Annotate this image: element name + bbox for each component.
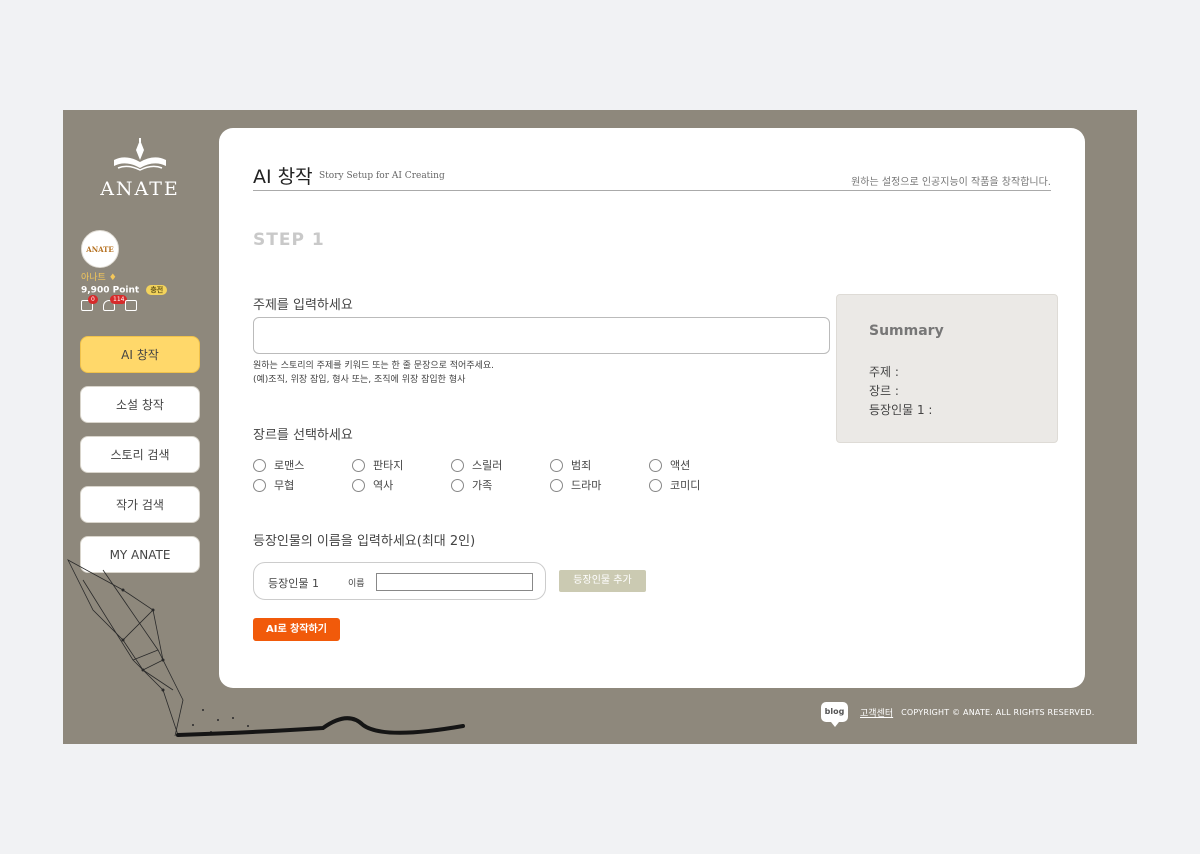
radio-button[interactable] [649,478,662,492]
page-subtitle: Story Setup for AI Creating [319,171,445,181]
radio-button[interactable] [451,478,464,492]
genre-option-fantasy[interactable]: 판타지 [352,455,451,475]
genre-option-thriller[interactable]: 스릴러 [451,455,550,475]
sidebar-item-author-search[interactable]: 작가 검색 [80,486,200,523]
logout-icon[interactable] [125,300,137,311]
page-header: AI 창작 Story Setup for AI Creating 원하는 설정… [253,162,1051,191]
sidebar-nav: AI 창작 소설 창작 스토리 검색 작가 검색 MY ANATE [80,336,200,586]
blog-icon[interactable]: blog [821,702,848,727]
character-label: 등장인물의 이름을 입력하세요(최대 2인) [253,534,476,549]
message-count-badge: 0 [88,295,98,304]
footer: blog 고객센터 COPYRIGHT © ANATE. ALL RIGHTS … [821,702,1095,727]
brand-logo[interactable]: ANATE [93,138,187,200]
topic-hint-2: (예)조직, 위장 잠입, 형사 또는, 조직에 위장 잠입한 형사 [253,375,466,385]
genre-option-label: 범죄 [571,459,592,472]
genre-option-label: 코미디 [670,479,701,492]
genre-row: 무협 역사 가족 드라마 코미디 [253,475,753,495]
sidebar-item-novel-create[interactable]: 소설 창작 [80,386,200,423]
radio-button[interactable] [253,458,266,472]
radio-button[interactable] [352,478,365,492]
genre-option-label: 가족 [472,479,493,492]
page-title: AI 창작 [253,166,313,188]
genre-option-crime[interactable]: 범죄 [550,455,649,475]
radio-button[interactable] [352,458,365,472]
user-points: 9,900 Point 충전 [81,285,168,296]
genre-option-history[interactable]: 역사 [352,475,451,495]
flame-icon: ♦ [108,273,117,283]
step-indicator: STEP 1 [253,230,325,250]
radio-button[interactable] [649,458,662,472]
mail-icon[interactable]: 0 [81,295,98,311]
user-name[interactable]: 아나트 ♦ [81,270,117,283]
radio-button[interactable] [550,458,563,472]
app-frame: ANATE ANATE 아나트 ♦ 9,900 Point 충전 0 114 A… [63,110,1137,744]
genre-option-comedy[interactable]: 코미디 [649,475,748,495]
genre-option-romance[interactable]: 로맨스 [253,455,352,475]
topic-input[interactable] [253,317,830,354]
support-link[interactable]: 고객센터 [860,706,893,719]
avatar[interactable]: ANATE [81,230,119,268]
summary-genre: 장르 : [869,384,899,398]
logo-text: ANATE [100,178,180,200]
avatar-text: ANATE [86,244,114,254]
summary-title: Summary [869,323,944,339]
add-character-button[interactable]: 등장인물 추가 [559,570,646,592]
genre-option-action[interactable]: 액션 [649,455,748,475]
page-description: 원하는 설정으로 인공지능이 작품을 창작합니다. [851,177,1051,188]
character-name-input[interactable] [376,573,533,591]
sidebar-item-story-search[interactable]: 스토리 검색 [80,436,200,473]
topic-hint-1: 원하는 스토리의 주제를 키워드 또는 한 줄 문장으로 적어주세요. [253,361,495,371]
genre-label: 장르를 선택하세요 [253,428,353,443]
sidebar-item-ai-create[interactable]: AI 창작 [80,336,200,373]
genre-option-label: 역사 [373,479,394,492]
user-points-text: 9,900 Point [81,285,140,296]
genre-option-label: 스릴러 [472,459,503,472]
genre-option-martial-arts[interactable]: 무협 [253,475,352,495]
genre-radio-group: 로맨스 판타지 스릴러 범죄 액션 무협 역사 가족 드라마 코미디 [253,455,753,495]
character-entry: 등장인물 1 이름 [253,562,546,600]
radio-button[interactable] [451,458,464,472]
genre-option-label: 액션 [670,459,691,472]
genre-option-label: 판타지 [373,459,404,472]
summary-character: 등장인물 1 : [869,403,933,417]
genre-option-family[interactable]: 가족 [451,475,550,495]
radio-button[interactable] [550,478,563,492]
ai-create-button[interactable]: AI로 창작하기 [253,618,340,641]
main-card: AI 창작 Story Setup for AI Creating 원하는 설정… [219,128,1085,688]
summary-panel: Summary 주제 : 장르 : 등장인물 1 : [836,294,1058,443]
topic-label: 주제를 입력하세요 [253,298,353,313]
user-icons: 0 114 [81,295,137,311]
bell-icon[interactable]: 114 [103,295,128,311]
name-label: 이름 [348,579,365,589]
genre-option-label: 로맨스 [274,459,305,472]
user-name-text: 아나트 [81,273,106,283]
copyright-text: COPYRIGHT © ANATE. ALL RIGHTS RESERVED. [901,707,1095,717]
genre-option-label: 드라마 [571,479,602,492]
genre-option-drama[interactable]: 드라마 [550,475,649,495]
character-item-label: 등장인물 1 [268,577,319,590]
genre-option-label: 무협 [274,479,295,492]
summary-topic: 주제 : [869,365,899,379]
radio-button[interactable] [253,478,266,492]
charge-button[interactable]: 충전 [146,285,168,295]
pen-book-icon [114,138,166,171]
genre-row: 로맨스 판타지 스릴러 범죄 액션 [253,455,753,475]
